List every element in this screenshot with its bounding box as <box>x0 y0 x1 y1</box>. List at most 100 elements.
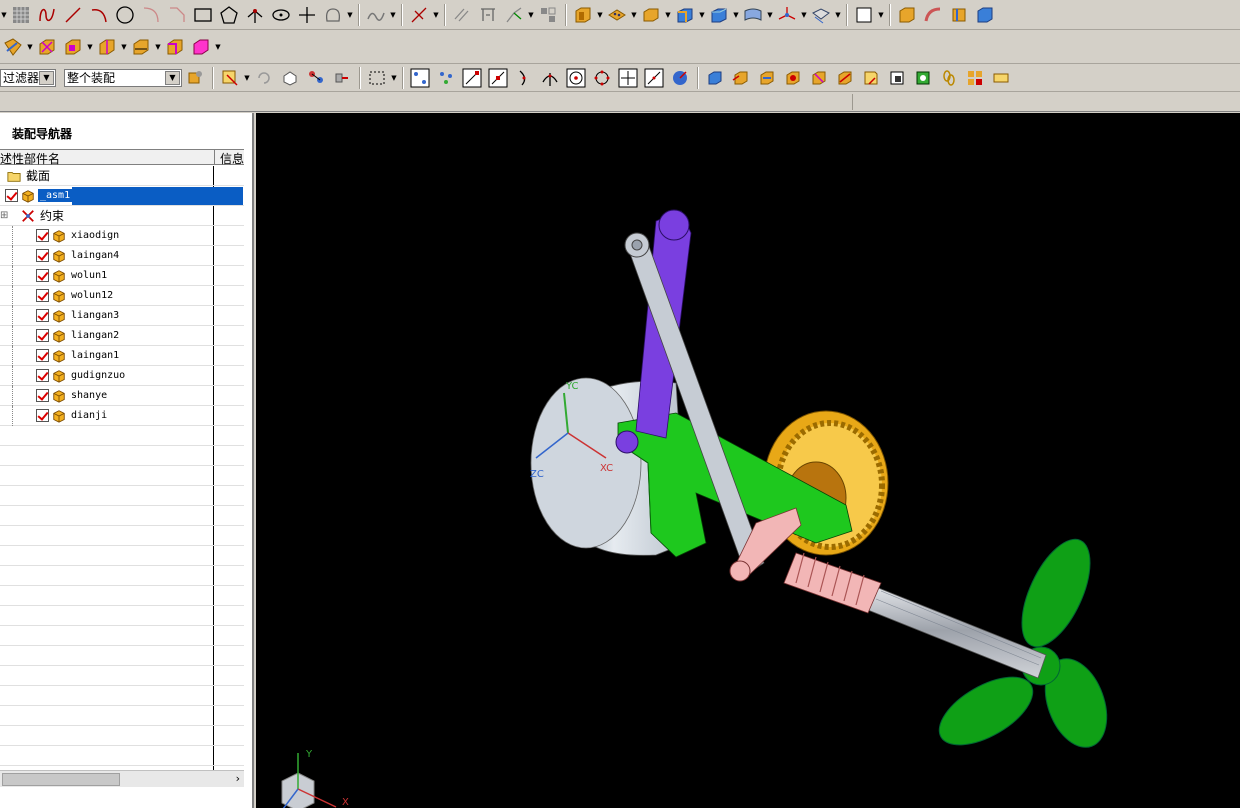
visibility-checkbox[interactable] <box>36 269 49 282</box>
extrude-icon[interactable] <box>572 4 594 26</box>
shell-icon[interactable] <box>948 4 970 26</box>
shape-icon[interactable] <box>322 4 344 26</box>
box-icon[interactable] <box>640 4 662 26</box>
dropdown-caret[interactable]: ▼ <box>834 11 842 19</box>
tree-row-part[interactable]: wolun1 <box>0 265 244 286</box>
view-triad[interactable]: Y X <box>280 749 349 808</box>
solid-blue-icon[interactable] <box>674 4 696 26</box>
snap-on-curve-icon[interactable] <box>643 67 665 89</box>
dropdown-caret[interactable]: ▼ <box>630 11 638 19</box>
view-box-blue-icon[interactable] <box>704 67 726 89</box>
visibility-checkbox[interactable] <box>36 289 49 302</box>
tree-row-part[interactable]: liangan3 <box>0 305 244 326</box>
visibility-checkbox[interactable] <box>36 369 49 382</box>
expand-icon[interactable]: ⊞ <box>0 210 8 221</box>
dropdown-caret[interactable]: ▼ <box>877 11 885 19</box>
dropdown-caret[interactable]: ▼ <box>732 11 740 19</box>
snap-intersection-icon[interactable] <box>539 67 561 89</box>
tree-row-part[interactable]: gudignzuo <box>0 365 244 386</box>
select-assembly-icon[interactable] <box>331 67 353 89</box>
visibility-checkbox[interactable] <box>36 249 49 262</box>
trim-body-icon[interactable] <box>190 36 212 58</box>
view-fit-icon[interactable] <box>782 67 804 89</box>
extend-icon[interactable] <box>503 4 525 26</box>
hole-array-icon[interactable] <box>606 4 628 26</box>
fillet-icon[interactable] <box>140 4 162 26</box>
pattern-icon[interactable] <box>537 4 559 26</box>
visibility-checkbox[interactable] <box>36 229 49 242</box>
snap-point-icon[interactable] <box>435 67 457 89</box>
tree-row-root[interactable]: _asm1 <box>0 186 244 206</box>
sweep-icon[interactable] <box>922 4 944 26</box>
cube-blue-icon[interactable] <box>708 4 730 26</box>
dropdown-caret[interactable]: ▼ <box>86 43 94 51</box>
wave-icon[interactable] <box>365 4 387 26</box>
dropdown-caret[interactable]: ▼ <box>432 11 440 19</box>
shaft[interactable] <box>857 582 1047 679</box>
view-icon[interactable] <box>853 4 875 26</box>
scale-body-icon[interactable] <box>130 36 152 58</box>
tree-row-part[interactable]: xiaodign <box>0 225 244 246</box>
column-header-info[interactable]: 信息 <box>214 150 244 166</box>
view-box-orange-icon[interactable] <box>730 67 752 89</box>
component-filter-icon[interactable] <box>184 67 206 89</box>
snap-control-icon[interactable] <box>513 67 535 89</box>
select-group-icon[interactable] <box>305 67 327 89</box>
line-icon[interactable] <box>62 4 84 26</box>
tree-row-part[interactable]: dianji <box>0 405 244 426</box>
surface-icon[interactable] <box>742 4 764 26</box>
link-icon[interactable] <box>938 67 960 89</box>
snap-on-face-icon[interactable] <box>669 67 691 89</box>
render-icon[interactable] <box>886 67 908 89</box>
filter-select[interactable]: 过滤器 ▼ <box>0 68 56 87</box>
tree-row-part[interactable]: wolun12 <box>0 285 244 306</box>
dropdown-caret[interactable]: ▼ <box>596 11 604 19</box>
horizontal-scrollbar[interactable]: › <box>0 770 244 787</box>
tree-row-part[interactable]: shanye <box>0 385 244 406</box>
snap-quadrant-icon[interactable] <box>591 67 613 89</box>
visibility-checkbox[interactable] <box>36 329 49 342</box>
chevron-down-icon[interactable]: ▼ <box>39 70 54 85</box>
sheet-icon[interactable] <box>810 4 832 26</box>
draft-icon[interactable] <box>2 36 24 58</box>
dropdown-caret[interactable]: ▼ <box>800 11 808 19</box>
dropdown-caret[interactable]: ▼ <box>389 11 397 19</box>
snap-center-icon[interactable] <box>565 67 587 89</box>
tree-row-section[interactable]: 截面 <box>0 166 244 186</box>
chevron-right-icon[interactable]: › <box>236 772 240 785</box>
dropdown-caret[interactable]: ▼ <box>346 11 354 19</box>
column-header-name[interactable]: 述性部件名 <box>0 150 60 167</box>
rectangle-icon[interactable] <box>192 4 214 26</box>
offset-face-icon[interactable] <box>164 36 186 58</box>
select-feature-icon[interactable] <box>219 67 241 89</box>
dropdown-caret[interactable]: ▼ <box>243 74 251 82</box>
face-icon[interactable] <box>974 4 996 26</box>
subtract-icon[interactable] <box>36 36 58 58</box>
dropdown-caret[interactable]: ▼ <box>390 74 398 82</box>
dropdown-caret[interactable]: ▼ <box>664 11 672 19</box>
bridge-icon[interactable] <box>477 4 499 26</box>
worm[interactable] <box>783 552 882 614</box>
offset-icon[interactable] <box>451 4 473 26</box>
tree-row-part[interactable]: liangan2 <box>0 325 244 346</box>
point-icon[interactable] <box>244 4 266 26</box>
cross-icon[interactable] <box>296 4 318 26</box>
tree-row-part[interactable]: laingan4 <box>0 245 244 266</box>
ellipse-icon[interactable] <box>270 4 292 26</box>
shade-icon[interactable] <box>912 67 934 89</box>
coordinate-icon[interactable] <box>776 4 798 26</box>
dropdown-caret[interactable]: ▼ <box>214 43 222 51</box>
chamfer-icon[interactable] <box>166 4 188 26</box>
dropdown-caret[interactable]: ▼ <box>0 11 8 19</box>
visibility-checkbox[interactable] <box>36 309 49 322</box>
dropdown-caret[interactable]: ▼ <box>120 43 128 51</box>
split-body-icon[interactable] <box>96 36 118 58</box>
tree-row-constraints[interactable]: ⊞ 约束 <box>0 206 244 226</box>
rectangle-select-icon[interactable] <box>366 67 388 89</box>
graphics-viewport[interactable]: XC YC ZC Y X <box>256 113 1240 808</box>
copy-body-icon[interactable] <box>62 36 84 58</box>
view-zoom-icon[interactable] <box>808 67 830 89</box>
visibility-checkbox[interactable] <box>36 349 49 362</box>
trim-icon[interactable] <box>408 4 430 26</box>
polygon-icon[interactable] <box>218 4 240 26</box>
